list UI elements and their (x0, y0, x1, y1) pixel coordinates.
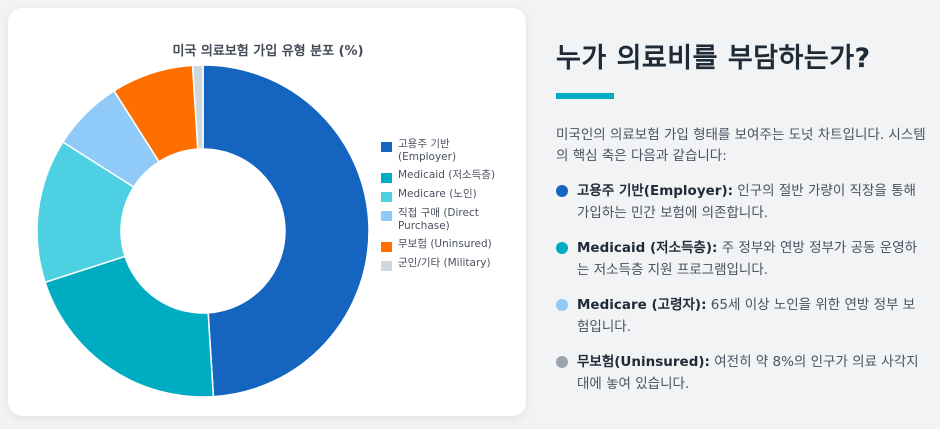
bullet-title: Medicare (고령자): (577, 297, 707, 313)
bullet-item: Medicare (고령자): 65세 이상 노인을 위한 연방 정부 보험입니… (556, 294, 926, 338)
legend-label: 직접 구매 (Direct Purchase) (398, 207, 479, 232)
legend-label: 무보험 (Uninsured) (398, 238, 492, 250)
legend-label: 고용주 기반 (Employer) (398, 138, 457, 163)
legend-item: 직접 구매 (Direct Purchase) (381, 207, 521, 233)
legend-item: 군인/기타 (Military) (381, 257, 521, 271)
bullet-text: Medicare (고령자): 65세 이상 노인을 위한 연방 정부 보험입니… (577, 294, 926, 338)
legend-swatch (381, 173, 392, 183)
bullet-text: 고용주 기반(Employer): 인구의 절반 가량이 직장을 통해 가입하는… (577, 180, 926, 224)
bullet-item: Medicaid (저소득층): 주 정부와 연방 정부가 공동 운영하는 저소… (556, 237, 926, 281)
legend-item: Medicare (노인) (381, 188, 521, 202)
legend-item: 고용주 기반 (Employer) (381, 138, 521, 164)
donut-slice-0 (202, 64, 370, 398)
legend-swatch (381, 142, 392, 152)
bullet-dot-icon (556, 242, 568, 254)
legend-swatch (381, 192, 392, 202)
bullet-text: Medicaid (저소득층): 주 정부와 연방 정부가 공동 운영하는 저소… (577, 237, 926, 281)
bullet-item: 무보험(Uninsured): 여전히 약 8%의 인구가 의료 사각지대에 놓… (556, 351, 926, 395)
legend-item: Medicaid (저소득층) (381, 169, 521, 183)
bullet-dot-icon (556, 185, 568, 197)
bullet-list: 고용주 기반(Employer): 인구의 절반 가량이 직장을 통해 가입하는… (556, 180, 926, 395)
bullet-item: 고용주 기반(Employer): 인구의 절반 가량이 직장을 통해 가입하는… (556, 180, 926, 224)
panel-intro: 미국인의 의료보험 가입 형태를 보여주는 도넛 차트입니다. 시스템의 핵심 … (556, 127, 926, 164)
legend-swatch (381, 211, 392, 221)
chart-legend: 고용주 기반 (Employer) Medicaid (저소득층) Medicare… (381, 138, 521, 276)
legend-item: 무보험 (Uninsured) (381, 238, 521, 252)
bullet-dot-icon (556, 356, 568, 368)
legend-swatch (381, 261, 392, 271)
bullet-title: 무보험(Uninsured): (577, 354, 710, 370)
donut-slice-1 (44, 255, 215, 398)
legend-label: Medicare (노인) (398, 188, 477, 200)
legend-swatch (381, 242, 392, 252)
legend-label: Medicaid (저소득층) (398, 169, 496, 181)
legend-label: 군인/기타 (Military) (398, 257, 491, 269)
explanation-panel: 누가 의료비를 부담하는가? 미국인의 의료보험 가입 형태를 보여주는 도넛 … (556, 36, 926, 395)
bullet-title: Medicaid (저소득층): (577, 240, 718, 256)
panel-heading: 누가 의료비를 부담하는가? (556, 43, 871, 74)
heading-accent-bar (556, 93, 614, 99)
bullet-dot-icon (556, 299, 568, 311)
bullet-text: 무보험(Uninsured): 여전히 약 8%의 인구가 의료 사각지대에 놓… (577, 351, 926, 395)
bullet-title: 고용주 기반(Employer): (577, 183, 734, 199)
